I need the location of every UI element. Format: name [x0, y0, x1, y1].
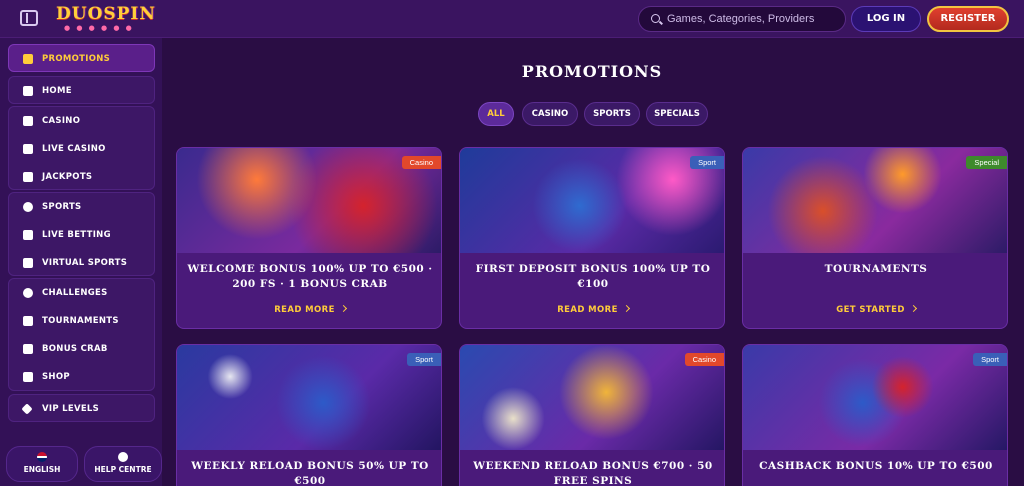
play-icon	[23, 230, 33, 240]
sidebar-item-label: LIVE BETTING	[42, 230, 111, 240]
category-badge: Casino	[401, 156, 441, 169]
category-badge: Sport	[690, 156, 724, 169]
sidebar-group-vip: VIP LEVELS	[8, 394, 155, 422]
read-more-link[interactable]: READ MORE	[460, 304, 724, 315]
read-more-label: READ MORE	[274, 305, 335, 315]
sidebar-item-shop[interactable]: SHOP	[9, 363, 154, 391]
read-more-link[interactable]: READ MORE	[177, 304, 441, 315]
bag-icon	[23, 372, 33, 382]
register-button[interactable]: REGISTER	[927, 6, 1009, 32]
promo-title: WEEKEND RELOAD BONUS €700 · 50 FREE SPIN…	[473, 460, 713, 486]
flag-uk-icon	[37, 452, 47, 462]
slot-machine-icon	[23, 116, 33, 126]
sidebar-item-casino[interactable]: CASINO	[9, 107, 154, 135]
promo-image	[460, 148, 724, 253]
sidebar-item-label: TOURNAMENTS	[42, 316, 119, 326]
sidebar-item-live-casino[interactable]: LIVE CASINO	[9, 135, 154, 163]
sidebar-item-tournaments[interactable]: TOURNAMENTS	[9, 307, 154, 335]
sidebar-item-label: CASINO	[42, 116, 81, 126]
ball-icon	[23, 202, 33, 212]
search-icon	[651, 14, 660, 23]
read-more-label: READ MORE	[557, 305, 618, 315]
login-button[interactable]: LOG IN	[851, 6, 921, 32]
chevron-right-icon	[339, 304, 347, 313]
promo-title: FIRST DEPOSIT BONUS 100% UP TO €100	[475, 263, 711, 290]
search-input[interactable]: Games, Categories, Providers	[638, 6, 846, 32]
sidebar-group-casino: CASINO LIVE CASINO JACKPOTS	[8, 106, 155, 190]
tab-specials[interactable]: SPECIALS	[646, 102, 708, 126]
sidebar-item-label: BONUS CRAB	[42, 344, 108, 354]
category-badge: Casino	[684, 353, 724, 366]
promo-title: WEEKLY RELOAD BONUS 50% UP TO €500	[191, 460, 429, 486]
controller-icon	[23, 258, 33, 268]
sidebar-item-label: JACKPOTS	[42, 172, 93, 182]
clover-icon	[23, 172, 33, 182]
language-label: ENGLISH	[23, 465, 61, 474]
sidebar-item-label: SHOP	[42, 372, 70, 382]
top-header: DUOSPIN ● ● ● ● ● ● Games, Categories, P…	[0, 0, 1024, 38]
sidebar: PROMOTIONS HOME CASINO LIVE CASINO JACKP…	[0, 38, 162, 486]
sidebar-item-label: LIVE CASINO	[42, 144, 106, 154]
trophy-icon	[23, 316, 33, 326]
sidebar-item-bonus-crab[interactable]: BONUS CRAB	[9, 335, 154, 363]
category-badge: Sport	[407, 353, 441, 366]
chevron-right-icon	[909, 304, 917, 313]
sidebar-item-live-betting[interactable]: LIVE BETTING	[9, 221, 154, 249]
help-centre-button[interactable]: HELP CENTRE	[84, 446, 162, 482]
promo-title: TOURNAMENTS	[824, 263, 928, 275]
sidebar-item-label: CHALLENGES	[42, 288, 108, 298]
sidebar-item-label: HOME	[42, 86, 72, 96]
tab-sports[interactable]: SPORTS	[584, 102, 640, 126]
sidebar-group-sports: SPORTS LIVE BETTING VIRTUAL SPORTS	[8, 192, 155, 276]
crab-icon	[23, 344, 33, 354]
promo-image	[743, 345, 1007, 450]
promo-title: CASHBACK BONUS 10% UP TO €500	[759, 460, 993, 472]
cards-icon	[23, 144, 33, 154]
language-button[interactable]: ENGLISH	[6, 446, 78, 482]
target-icon	[23, 288, 33, 298]
logo[interactable]: DUOSPIN	[56, 4, 156, 24]
sidebar-item-challenges[interactable]: CHALLENGES	[9, 279, 154, 307]
diamond-icon	[21, 403, 33, 415]
sidebar-item-label: VIRTUAL SPORTS	[42, 258, 128, 268]
sidebar-item-home[interactable]: HOME	[9, 77, 154, 105]
category-badge: Special	[966, 156, 1007, 169]
sidebar-item-virtual-sports[interactable]: VIRTUAL SPORTS	[9, 249, 154, 277]
tab-casino[interactable]: CASINO	[522, 102, 578, 126]
search-placeholder: Games, Categories, Providers	[667, 13, 815, 25]
promo-card-weekly-reload[interactable]: Sport WEEKLY RELOAD BONUS 50% UP TO €500	[176, 344, 442, 486]
logo-decoration: ● ● ● ● ● ●	[64, 24, 134, 32]
promo-card-cashback[interactable]: Sport CASHBACK BONUS 10% UP TO €500	[742, 344, 1008, 486]
sidebar-item-jackpots[interactable]: JACKPOTS	[9, 163, 154, 191]
get-started-label: GET STARTED	[836, 305, 905, 315]
promo-image	[177, 345, 441, 450]
promo-card-welcome-bonus[interactable]: Casino WELCOME BONUS 100% UP TO €500 · 2…	[176, 147, 442, 329]
sidebar-item-label: SPORTS	[42, 202, 82, 212]
tab-all[interactable]: ALL	[478, 102, 514, 126]
sidebar-group-extras: CHALLENGES TOURNAMENTS BONUS CRAB SHOP	[8, 278, 155, 391]
help-icon	[118, 452, 128, 462]
page-title: PROMOTIONS	[521, 62, 663, 81]
promo-card-tournaments[interactable]: Special TOURNAMENTS GET STARTED	[742, 147, 1008, 329]
sidebar-item-vip-levels[interactable]: VIP LEVELS	[9, 395, 154, 423]
category-badge: Sport	[973, 353, 1007, 366]
help-centre-label: HELP CENTRE	[94, 465, 152, 474]
home-icon	[23, 86, 33, 96]
chevron-right-icon	[622, 304, 630, 313]
promo-card-weekend-reload[interactable]: Casino WEEKEND RELOAD BONUS €700 · 50 FR…	[459, 344, 725, 486]
get-started-link[interactable]: GET STARTED	[743, 304, 1007, 315]
sidebar-toggle-icon[interactable]	[20, 10, 38, 26]
sidebar-item-label: VIP LEVELS	[42, 404, 100, 414]
promo-title: WELCOME BONUS 100% UP TO €500 · 200 FS ·…	[187, 263, 433, 290]
sidebar-item-sports[interactable]: SPORTS	[9, 193, 154, 221]
promo-card-first-deposit[interactable]: Sport FIRST DEPOSIT BONUS 100% UP TO €10…	[459, 147, 725, 329]
